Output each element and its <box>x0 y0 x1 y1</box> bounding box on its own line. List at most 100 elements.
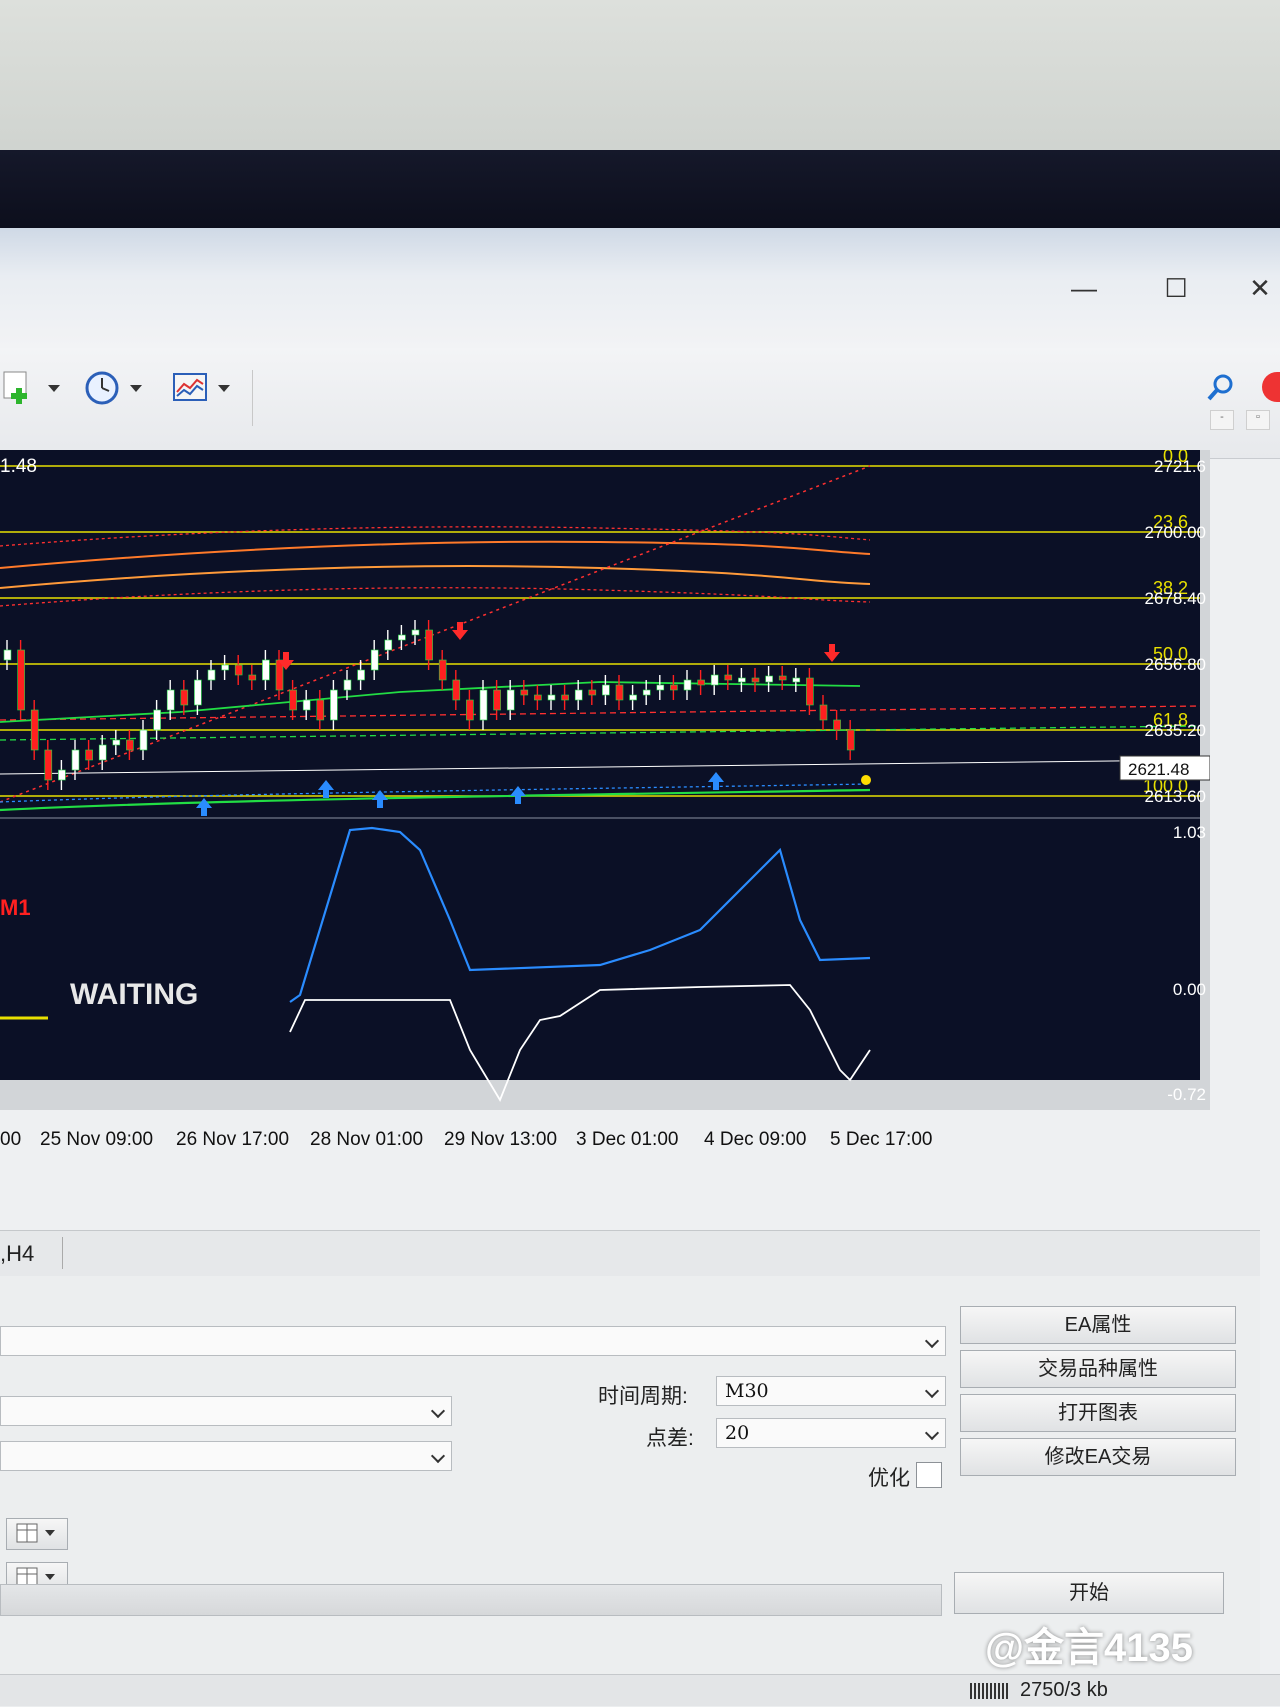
model-select[interactable] <box>0 1441 452 1471</box>
candle-body <box>316 699 325 721</box>
search-icon[interactable] <box>1204 372 1236 404</box>
price-axis-label: 2613.60 <box>1145 787 1206 806</box>
price-chart[interactable]: 0.0 23.6 38.2 50.0 61.8 100.0 1.48 M1 WAITING… <box>0 446 1211 1150</box>
candle-body <box>44 749 53 781</box>
monitor-bezel <box>0 150 1280 240</box>
notification-icon[interactable] <box>1262 372 1280 402</box>
maximize-button[interactable]: ☐ <box>1156 268 1196 308</box>
modify-ea-button[interactable]: 修改EA交易 <box>960 1438 1236 1476</box>
terminal-window: — ☐ ✕ - ▫ 0.0 23.6 38.2 50.0 61.8 100.0 … <box>0 228 1280 1707</box>
candle-body <box>547 694 556 701</box>
candle-body <box>493 689 501 711</box>
price-axis-label: 2700.00 <box>1145 523 1206 542</box>
candle-body <box>479 689 488 721</box>
spread-select[interactable]: 20 <box>716 1418 946 1448</box>
clock-periods-icon <box>85 371 119 405</box>
candle-body <box>506 689 515 711</box>
period-label: 时间周期: <box>598 1385 688 1408</box>
time-axis-label: 4 Dec 09:00 <box>704 1129 806 1150</box>
current-bar-marker <box>861 775 871 785</box>
candle-body <box>71 749 80 771</box>
candle-body <box>588 689 597 696</box>
candle-body <box>561 694 569 701</box>
chart-tab-symbol[interactable]: ,H4 <box>0 1241 34 1267</box>
indicator-axis-label: 0.00 <box>1173 980 1206 999</box>
symbol-select[interactable] <box>0 1396 452 1426</box>
candle-body <box>520 689 529 696</box>
candle-body <box>262 659 270 681</box>
symbol-properties-button[interactable]: 交易品种属性 <box>960 1350 1236 1388</box>
chevron-down-icon <box>924 1333 940 1349</box>
candle-body <box>846 729 855 751</box>
candle-body <box>751 677 760 683</box>
candle-body <box>724 674 733 681</box>
candle-body <box>819 704 828 721</box>
period-value: M30 <box>725 1380 769 1402</box>
candle-body <box>357 669 365 681</box>
candle-body <box>738 677 746 683</box>
time-axis-label: 5 Dec 17:00 <box>830 1129 932 1150</box>
candle-body <box>629 694 637 701</box>
candle-body <box>642 689 651 696</box>
minimize-button[interactable]: — <box>1064 268 1104 308</box>
candle-body <box>234 664 243 676</box>
candle-body <box>615 684 624 701</box>
candle-body <box>806 677 814 706</box>
periods-dropdown[interactable] <box>84 370 142 406</box>
mdi-restore-button[interactable]: ▫ <box>1246 410 1270 430</box>
candle-body <box>792 677 801 683</box>
templates-dropdown[interactable] <box>172 370 230 406</box>
candle-body <box>207 669 216 681</box>
wall-background <box>0 0 1280 160</box>
chevron-down-icon <box>48 384 60 392</box>
traffic-status: 2750/3 kb <box>1020 1679 1108 1701</box>
candle-body <box>574 689 583 701</box>
indicator-axis-label: 1.03 <box>1173 823 1206 842</box>
tab-separator <box>62 1237 63 1269</box>
candle-body <box>30 709 39 751</box>
price-axis-label: 2678.40 <box>1145 589 1206 608</box>
close-button[interactable]: ✕ <box>1240 268 1280 308</box>
price-axis-label: 2656.80 <box>1145 655 1206 674</box>
new-chart-dropdown[interactable] <box>2 370 60 406</box>
period-select[interactable]: M30 <box>716 1376 946 1406</box>
candle-body <box>221 664 229 671</box>
new-chart-icon <box>3 371 27 404</box>
chart-canvas[interactable]: 0.023.638.250.061.8100.0 1.48 M1 WAITING… <box>0 446 1211 1150</box>
candle-body <box>289 689 297 711</box>
test-progress-bar <box>0 1584 942 1616</box>
calendar-icon <box>16 1523 55 1543</box>
current-price-label: 2621.48 <box>1128 760 1189 779</box>
open-chart-button[interactable]: 打开图表 <box>960 1394 1236 1432</box>
candle-body <box>765 675 773 683</box>
start-button[interactable]: 开始 <box>954 1572 1224 1614</box>
candle-body <box>683 679 692 691</box>
chevron-down-icon <box>130 384 142 392</box>
candle-body <box>248 674 257 681</box>
expert-select[interactable] <box>0 1326 946 1356</box>
candle-body <box>17 649 25 711</box>
mdi-minimize-button[interactable]: - <box>1210 410 1234 430</box>
optimize-checkbox[interactable] <box>916 1462 942 1488</box>
chart-templates-icon <box>173 373 207 401</box>
candle-body <box>466 699 474 721</box>
calendar-from-button[interactable] <box>6 1518 68 1550</box>
time-axis-label: 26 Nov 17:00 <box>176 1129 289 1150</box>
spread-label: 点差: <box>646 1427 694 1450</box>
candle-body <box>398 634 406 641</box>
chevron-down-icon <box>430 1403 446 1419</box>
candle-body <box>697 679 705 686</box>
ea-properties-button[interactable]: EA属性 <box>960 1306 1236 1344</box>
candle-body <box>452 679 461 701</box>
candle-body <box>670 684 678 691</box>
candle-body <box>330 689 338 721</box>
optimize-label: 优化 <box>868 1467 910 1490</box>
candle-body <box>710 674 719 686</box>
toolbar-separator <box>252 370 253 426</box>
candle-body <box>438 659 447 681</box>
candle-body <box>126 739 134 751</box>
indicator-label: M1 <box>0 895 31 920</box>
connection-bars-icon <box>970 1683 1010 1699</box>
candle-body <box>98 744 107 761</box>
candle-body <box>656 684 665 691</box>
